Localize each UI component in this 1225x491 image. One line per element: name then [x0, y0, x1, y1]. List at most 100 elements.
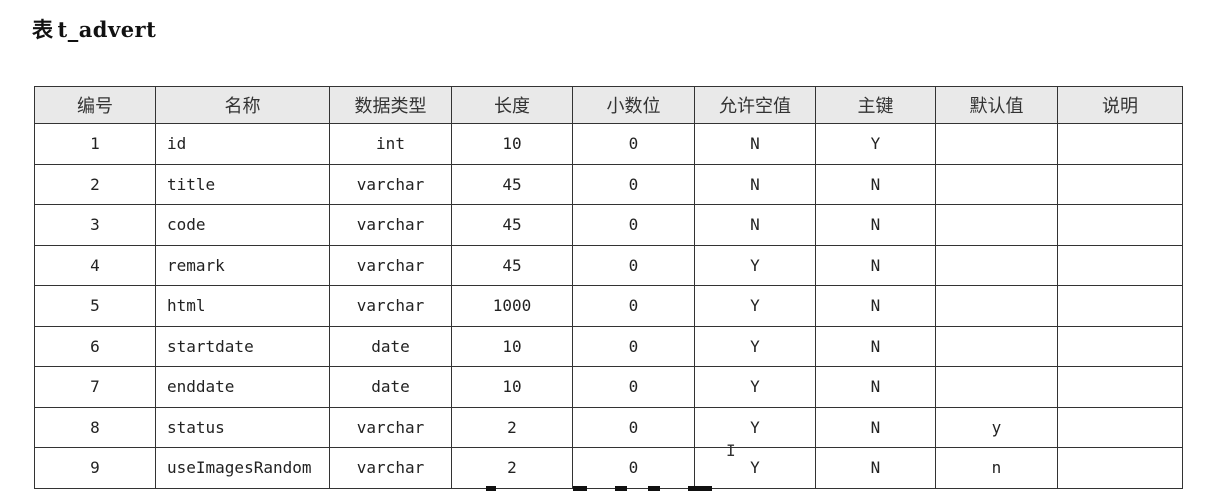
cell-scale: 0 — [572, 366, 695, 408]
cell-default — [935, 163, 1058, 205]
cell-type: varchar — [329, 244, 452, 286]
cell-no: 8 — [34, 406, 156, 448]
cell-name: html — [155, 285, 330, 327]
cell-length: 10 — [451, 366, 573, 408]
cell-default — [935, 325, 1058, 367]
cell-pk: N — [815, 325, 936, 367]
cell-default — [935, 204, 1058, 246]
cell-type: date — [329, 366, 452, 408]
cell-pk: N — [815, 447, 936, 489]
cell-type: varchar — [329, 406, 452, 448]
cell-name: code — [155, 204, 330, 246]
cell-type: int — [329, 123, 452, 165]
cell-no: 4 — [34, 244, 156, 286]
cell-name: id — [155, 123, 330, 165]
cell-nullable: Y — [694, 285, 816, 327]
cell-pk: N — [815, 204, 936, 246]
table-row: 2 title varchar 45 0 N N — [34, 163, 1183, 205]
table-row: 4 remark varchar 45 0 Y N — [34, 244, 1183, 286]
cell-scale: 0 — [572, 285, 695, 327]
cell-scale: 0 — [572, 244, 695, 286]
cell-no: 7 — [34, 366, 156, 408]
cell-pk: Y — [815, 123, 936, 165]
cell-name: status — [155, 406, 330, 448]
cell-pk: N — [815, 366, 936, 408]
cell-scale: 0 — [572, 325, 695, 367]
cell-desc — [1057, 123, 1183, 165]
cell-nullable: N — [694, 204, 816, 246]
cell-no: 1 — [34, 123, 156, 165]
table-row: 1 id int 10 0 N Y — [34, 123, 1183, 165]
cell-default — [935, 123, 1058, 165]
cell-pk: N — [815, 244, 936, 286]
cell-no: 9 — [34, 447, 156, 489]
cell-scale: 0 — [572, 447, 695, 489]
table-row: 9 useImagesRandom varchar 2 0 Y Nn — [34, 447, 1183, 489]
title-table-name: t_advert — [57, 17, 157, 42]
cell-default — [935, 366, 1058, 408]
cell-desc — [1057, 325, 1183, 367]
column-header: 数据类型 — [329, 86, 452, 124]
column-header: 默认值 — [935, 86, 1058, 124]
table-row: 7 enddate date 10 0 Y N — [34, 366, 1183, 408]
cell-nullable: Y — [694, 325, 816, 367]
cell-scale: 0 — [572, 204, 695, 246]
schema-table: 编号 名称 数据类型 长度 小数位 允许空值 主键 默认值 说明 1 id int 10 0 N Y 2 tit… — [34, 86, 1183, 489]
cell-name: remark — [155, 244, 330, 286]
document-title: 表 t_advert — [32, 14, 156, 44]
title-prefix: 表 — [32, 17, 54, 42]
cropped-artifact — [573, 486, 587, 491]
cell-length: 45 — [451, 204, 573, 246]
cell-pk: N — [815, 406, 936, 448]
cell-scale: 0 — [572, 163, 695, 205]
cell-scale: 0 — [572, 123, 695, 165]
column-header: 编号 — [34, 86, 156, 124]
cropped-artifact — [648, 486, 660, 491]
cell-no: 5 — [34, 285, 156, 327]
table-body: 1 id int 10 0 N Y 2 title varchar 45 0 N N 3 code varcha… — [34, 123, 1183, 489]
cell-desc — [1057, 406, 1183, 448]
column-header: 允许空值 — [694, 86, 816, 124]
table-row: 8 status varchar 2 0 Y Ny — [34, 406, 1183, 448]
cropped-artifact — [615, 486, 627, 491]
cell-desc — [1057, 204, 1183, 246]
cell-length: 45 — [451, 163, 573, 205]
cell-desc — [1057, 244, 1183, 286]
cell-desc — [1057, 163, 1183, 205]
column-header: 小数位 — [572, 86, 695, 124]
cell-no: 6 — [34, 325, 156, 367]
cell-length: 45 — [451, 244, 573, 286]
cell-no: 2 — [34, 163, 156, 205]
cell-default — [935, 285, 1058, 327]
cell-length: 2 — [451, 447, 573, 489]
table-row: 5 html varchar 1000 0 Y N — [34, 285, 1183, 327]
cell-scale: 0 — [572, 406, 695, 448]
cell-default: y — [935, 406, 1058, 448]
table-row: 3 code varchar 45 0 N N — [34, 204, 1183, 246]
cell-no: 3 — [34, 204, 156, 246]
cell-nullable: N — [694, 123, 816, 165]
cell-type: varchar — [329, 447, 452, 489]
column-header: 说明 — [1057, 86, 1183, 124]
cell-desc — [1057, 285, 1183, 327]
cell-length: 1000 — [451, 285, 573, 327]
column-header: 名称 — [155, 86, 330, 124]
cell-default — [935, 244, 1058, 286]
cell-nullable: Y — [694, 244, 816, 286]
cell-nullable: Y — [694, 406, 816, 448]
cropped-artifact — [688, 486, 712, 491]
cell-type: varchar — [329, 163, 452, 205]
cell-desc — [1057, 366, 1183, 408]
cell-desc — [1057, 447, 1183, 489]
header-row: 编号 名称 数据类型 长度 小数位 允许空值 主键 默认值 说明 — [34, 86, 1183, 124]
cell-name: enddate — [155, 366, 330, 408]
text-cursor-icon: I — [726, 441, 736, 460]
cell-length: 10 — [451, 123, 573, 165]
cell-default: n — [935, 447, 1058, 489]
cell-name: startdate — [155, 325, 330, 367]
cell-nullable: Y — [694, 447, 816, 489]
cell-type: varchar — [329, 204, 452, 246]
cell-name: title — [155, 163, 330, 205]
cell-type: date — [329, 325, 452, 367]
cell-length: 2 — [451, 406, 573, 448]
